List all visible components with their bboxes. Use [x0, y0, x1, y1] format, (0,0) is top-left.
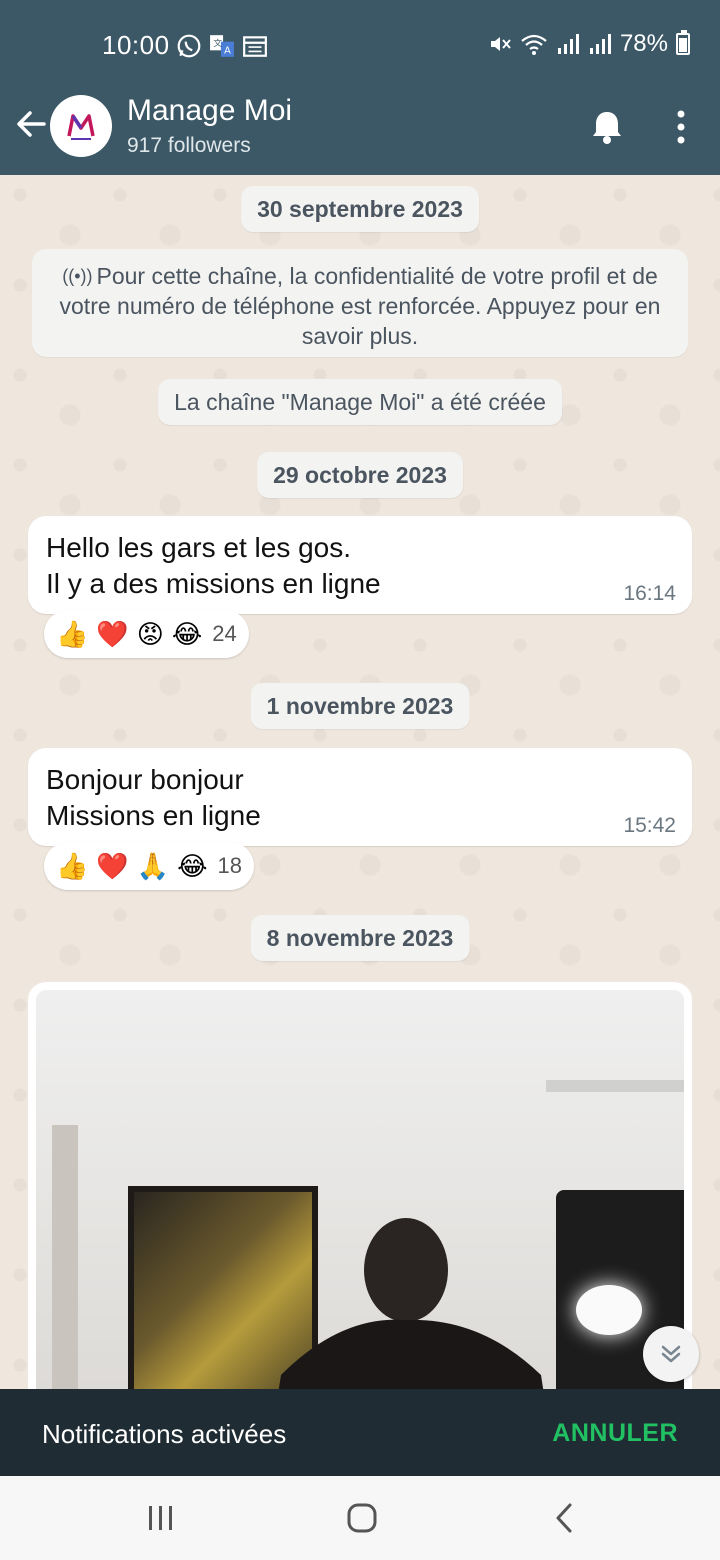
channel-title[interactable]: Manage Moi [127, 94, 292, 128]
whatsapp-icon [177, 34, 201, 58]
follower-count: 917 followers [127, 134, 251, 157]
reactions-bar[interactable]: 👍 ❤️ 😡 😂 24 [44, 610, 249, 658]
recent-apps-icon[interactable] [145, 1500, 177, 1536]
channel-header[interactable]: Manage Moi 917 followers [0, 92, 720, 175]
mute-icon [490, 37, 511, 51]
snackbar-message: Notifications activées [42, 1419, 287, 1449]
message-line: Missions en ligne [46, 800, 261, 831]
system-nav-bar [0, 1476, 720, 1560]
calendar-icon [243, 36, 267, 57]
message-bubble[interactable]: Bonjour bonjour Missions en ligne 15:42 [28, 748, 692, 846]
reaction-emoji: 😂 [177, 850, 208, 881]
signal-icon-2 [589, 34, 611, 54]
shelf-shape [546, 1080, 684, 1092]
status-right: 78% [488, 30, 690, 58]
status-bar: 10:00 文 A 78% [0, 0, 720, 92]
reaction-emoji: ❤️ [96, 850, 129, 881]
home-icon[interactable] [344, 1500, 380, 1536]
date-separator: 8 novembre 2023 [250, 915, 470, 961]
reaction-emoji: 😡 [136, 618, 164, 649]
broadcast-icon: ((•)) [62, 266, 93, 286]
reactions-bar[interactable]: 👍 ❤️ 🙏 😂 18 [44, 842, 254, 890]
message-time: 16:14 [623, 582, 676, 605]
video-message[interactable] [28, 982, 692, 1389]
snackbar: Notifications activées ANNULER [0, 1389, 720, 1476]
reaction-emoji: 😂 [171, 618, 203, 649]
video-thumbnail[interactable] [36, 990, 684, 1389]
double-chevron-down-icon [661, 1345, 681, 1363]
message-bubble[interactable]: Hello les gars et les gos. Il y a des mi… [28, 516, 692, 614]
more-options-icon[interactable] [664, 108, 698, 146]
back-arrow-icon[interactable] [14, 104, 48, 144]
reaction-count: 18 [217, 853, 242, 878]
message-line: Hello les gars et les gos. [46, 532, 352, 563]
app-header-area: 10:00 文 A 78% Manage Moi 917 followers [0, 0, 720, 175]
scroll-to-bottom-button[interactable] [643, 1326, 699, 1382]
back-icon[interactable] [550, 1500, 580, 1536]
message-line: Il y a des missions en ligne [46, 568, 381, 599]
date-separator: 1 novembre 2023 [250, 683, 470, 729]
channel-avatar[interactable] [50, 95, 112, 157]
reaction-emoji: ❤️ [96, 618, 129, 649]
svg-text:文: 文 [213, 37, 222, 49]
reaction-count: 24 [212, 621, 237, 646]
date-separator: 29 octobre 2023 [257, 452, 463, 498]
reaction-emoji: 👍 [56, 850, 89, 881]
chat-area[interactable]: 30 septembre 2023 ((•)) Pour cette chaîne… [0, 175, 720, 1389]
bell-icon[interactable] [589, 108, 625, 146]
undo-button[interactable]: ANNULER [552, 1419, 678, 1448]
channel-created-message: La chaîne "Manage Moi" a été créée [158, 379, 562, 425]
battery-percent: 78% [619, 30, 668, 57]
status-time: 10:00 [102, 30, 170, 60]
reaction-emoji: 🙏 [136, 850, 170, 881]
translate-icon: 文 A [210, 35, 234, 57]
battery-icon [676, 30, 690, 55]
message-line: Bonjour bonjour [46, 764, 244, 795]
privacy-notice[interactable]: ((•)) Pour cette chaîne, la confidentiali… [32, 249, 688, 357]
message-time: 15:42 [623, 814, 676, 837]
svg-text:A: A [224, 46, 231, 57]
reaction-emoji: 👍 [56, 618, 89, 649]
person-silhouette [278, 1218, 544, 1389]
manage-moi-logo [67, 114, 95, 140]
date-separator: 30 septembre 2023 [241, 186, 479, 232]
wifi-icon [521, 34, 547, 55]
lamp-glow [576, 1285, 642, 1335]
privacy-notice-text: Pour cette chaîne, la confidentialité de… [59, 263, 661, 349]
signal-icon [557, 34, 579, 54]
wall-edge [52, 1125, 78, 1389]
